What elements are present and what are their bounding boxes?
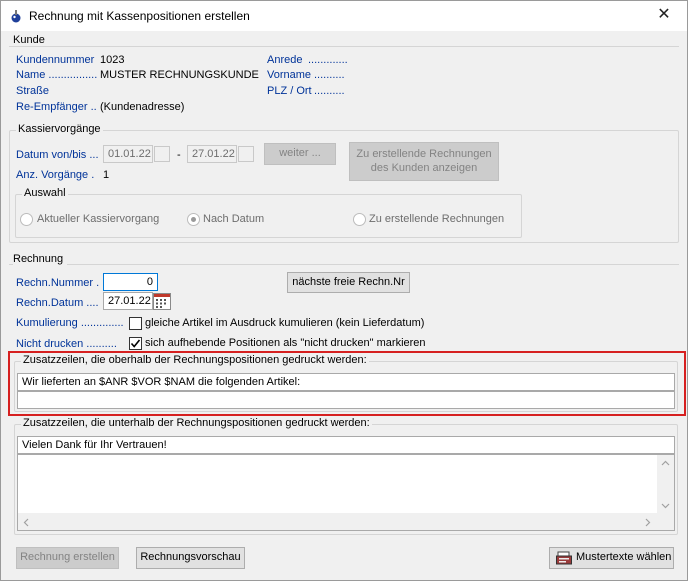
date-from-picker-button[interactable] bbox=[154, 146, 170, 162]
horizontal-scrollbar[interactable] bbox=[18, 513, 674, 530]
weiter-button[interactable]: weiter ... bbox=[264, 143, 336, 165]
radio-zu-erstellende-label: Zu erstellende Rechnungen bbox=[369, 213, 505, 225]
plz-ort-dots: .......... bbox=[314, 85, 345, 97]
zu-button-line2: des Kunden anzeigen bbox=[370, 162, 478, 174]
scroll-right-icon[interactable] bbox=[645, 518, 651, 527]
app-icon bbox=[11, 10, 21, 23]
zu-erstellende-rechnungen-button[interactable]: Zu erstellende Rechnungen des Kunden anz… bbox=[349, 142, 499, 181]
nicht-drucken-checkbox[interactable] bbox=[129, 337, 142, 350]
date-to-picker-button[interactable] bbox=[238, 146, 254, 162]
kunde-section-title: Kunde bbox=[13, 34, 49, 46]
kunde-separator bbox=[9, 46, 679, 47]
unterhalb-line1-input[interactable]: Vielen Dank für Ihr Vertrauen! bbox=[17, 436, 675, 454]
kumulieren-text: gleiche Artikel im Ausdruck kumulieren (… bbox=[145, 317, 425, 329]
rechn-datum-input[interactable]: 27.01.22 bbox=[103, 292, 153, 310]
rechnung-separator bbox=[9, 264, 679, 265]
strasse-label: Straße bbox=[16, 85, 50, 97]
rechnungsvorschau-button[interactable]: Rechnungsvorschau bbox=[136, 547, 245, 569]
radio-aktueller-label: Aktueller Kassiervorgang bbox=[37, 213, 160, 225]
anz-vorgaenge-value: 1 bbox=[103, 169, 110, 181]
date-from-input[interactable]: 01.01.22 bbox=[103, 145, 153, 163]
date-dash: - bbox=[177, 149, 181, 161]
window-title: Rechnung mit Kassenpositionen erstellen bbox=[29, 9, 250, 23]
rechn-datum-label: Rechn.Datum .... bbox=[16, 297, 99, 309]
mustertexte-waehlen-button[interactable]: Mustertexte wählen bbox=[549, 547, 674, 569]
vorname-label: Vorname bbox=[267, 69, 312, 81]
radio-nach-datum[interactable] bbox=[187, 213, 200, 226]
reempfaenger-value: (Kundenadresse) bbox=[100, 101, 185, 113]
name-label: Name ................ bbox=[16, 69, 98, 81]
anz-vorgaenge-label: Anz. Vorgänge . bbox=[16, 169, 95, 181]
vertical-scrollbar[interactable] bbox=[657, 455, 674, 514]
kundennummer-value: 1023 bbox=[100, 54, 125, 66]
mustertexte-label: Mustertexte wählen bbox=[576, 551, 672, 563]
anrede-dots: ............. bbox=[308, 54, 348, 66]
rechnung-section-title: Rechnung bbox=[13, 253, 68, 265]
date-to-input[interactable]: 27.01.22 bbox=[187, 145, 237, 163]
radio-aktueller-kassiervorgang[interactable] bbox=[20, 213, 33, 226]
rechnung-erstellen-button[interactable]: Rechnung erstellen bbox=[16, 547, 119, 569]
dialog-window: Rechnung mit Kassenpositionen erstellen … bbox=[0, 0, 688, 581]
close-button[interactable]: ✕ bbox=[641, 1, 687, 31]
naechste-freie-rechn-nr-button[interactable]: nächste freie Rechn.Nr bbox=[287, 272, 410, 293]
radio-nach-datum-label: Nach Datum bbox=[203, 213, 265, 225]
kumulierung-label: Kumulierung .............. bbox=[16, 317, 124, 329]
calendar-icon[interactable] bbox=[153, 293, 171, 310]
kassiervorgaenge-title: Kassiervorgänge bbox=[16, 123, 103, 135]
auswahl-title: Auswahl bbox=[22, 187, 68, 199]
anrede-label: Anrede bbox=[267, 54, 303, 66]
rechn-nummer-input[interactable]: 0 bbox=[103, 273, 158, 291]
close-icon: ✕ bbox=[657, 6, 671, 23]
title-bar[interactable]: Rechnung mit Kassenpositionen erstellen … bbox=[1, 1, 687, 31]
plz-ort-label: PLZ / Ort bbox=[267, 85, 312, 97]
zu-button-line1: Zu erstellende Rechnungen bbox=[356, 148, 492, 160]
scroll-left-icon[interactable] bbox=[23, 518, 29, 527]
nicht-drucken-label: Nicht drucken .......... bbox=[16, 338, 117, 350]
highlight-frame bbox=[8, 351, 686, 416]
name-value: MUSTER RECHNUNGSKUNDE bbox=[100, 69, 259, 81]
unterhalb-textarea[interactable] bbox=[17, 454, 675, 531]
kumulieren-checkbox[interactable] bbox=[129, 317, 142, 330]
radio-zu-erstellende[interactable] bbox=[353, 213, 366, 226]
unterhalb-title: Zusatzzeilen, die unterhalb der Rechnung… bbox=[21, 417, 372, 429]
nicht-drucken-text: sich aufhebende Positionen als "nicht dr… bbox=[145, 337, 426, 349]
checkmark-icon bbox=[130, 339, 141, 348]
scroll-up-icon[interactable] bbox=[661, 460, 670, 466]
rechn-nummer-label: Rechn.Nummer . bbox=[16, 277, 100, 289]
kundennummer-label: Kundennummer bbox=[16, 54, 95, 66]
reempfaenger-label: Re-Empfänger .. bbox=[16, 101, 97, 113]
vorname-dots: .......... bbox=[314, 69, 345, 81]
text-templates-icon bbox=[556, 551, 572, 565]
datum-von-bis-label: Datum von/bis ... bbox=[16, 149, 99, 161]
scroll-down-icon[interactable] bbox=[661, 503, 670, 509]
